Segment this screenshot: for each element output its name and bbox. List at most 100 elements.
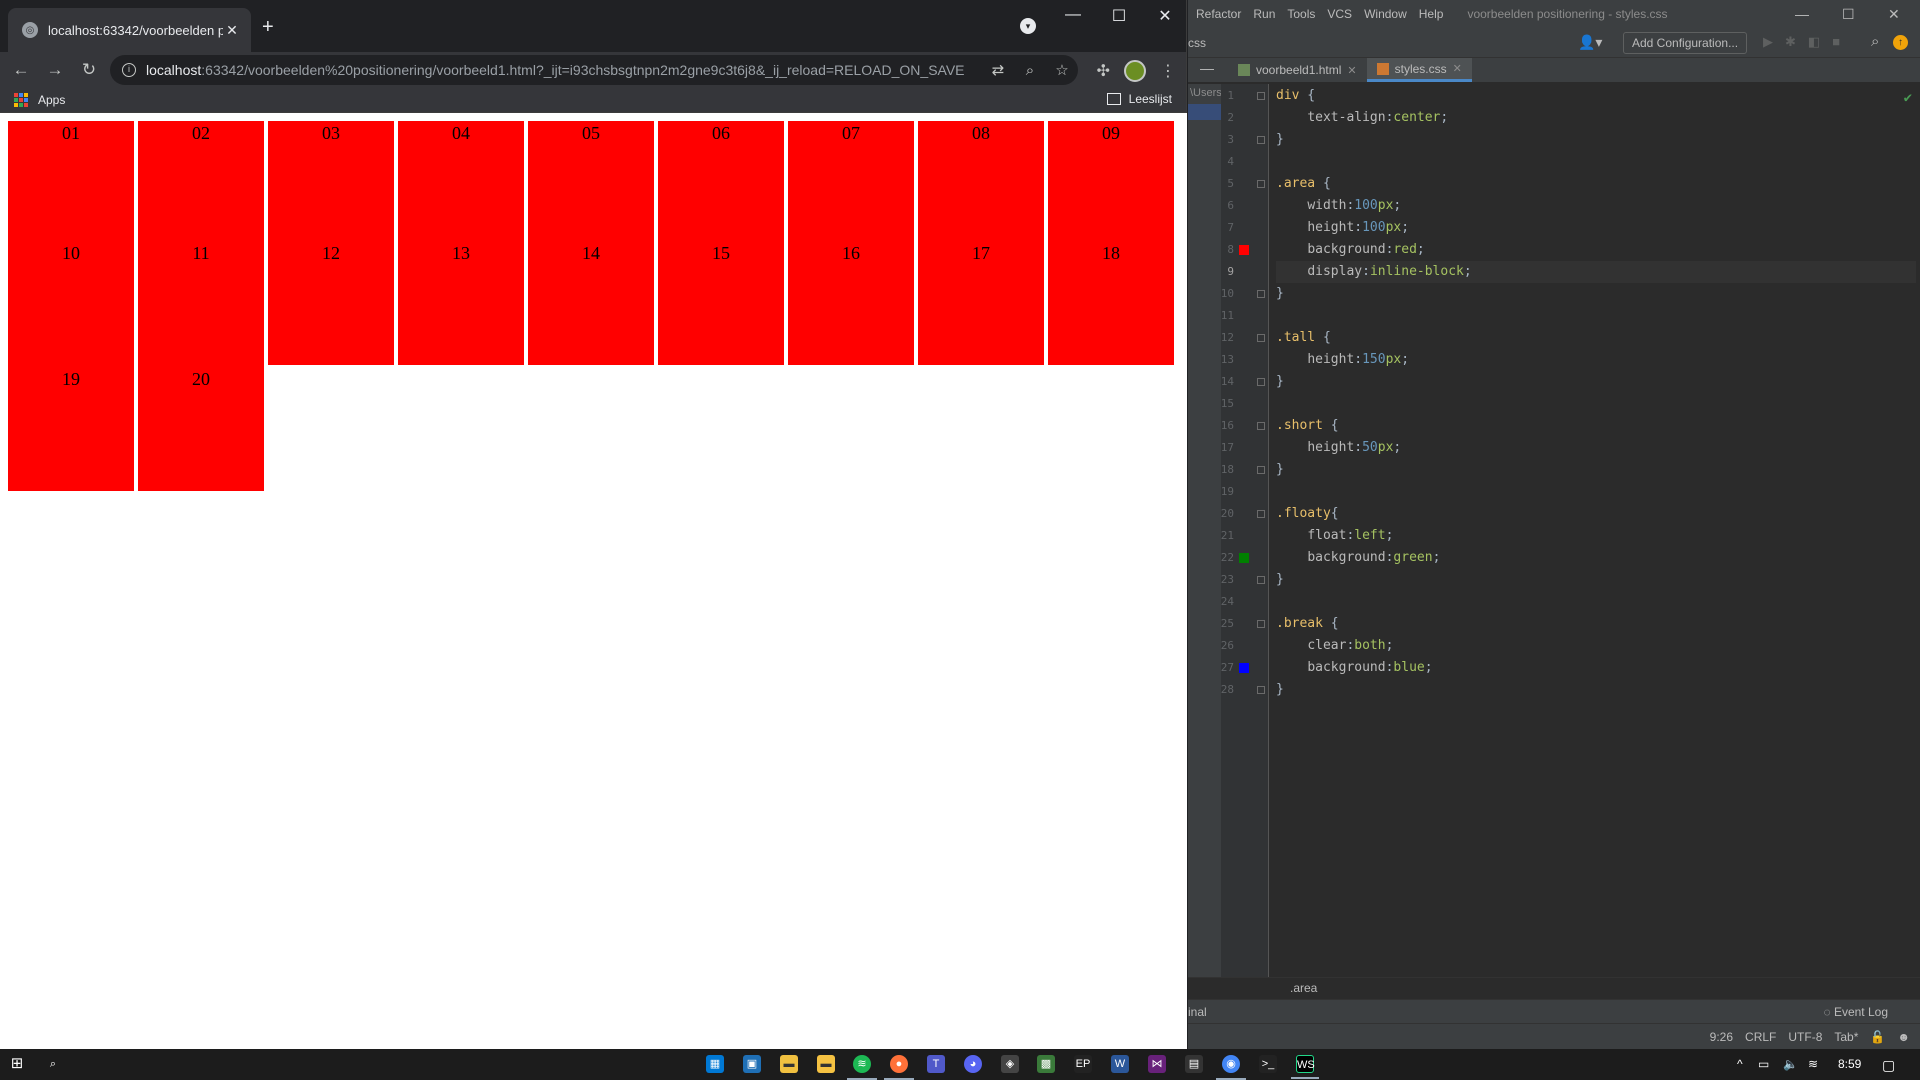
outlook-icon[interactable]: ▣ xyxy=(743,1055,761,1073)
tab-close-icon[interactable]: ✕ xyxy=(1347,64,1356,77)
visual-studio-icon[interactable]: ⋈ xyxy=(1148,1055,1166,1073)
debug-icon[interactable]: ✱ xyxy=(1785,34,1796,50)
code-line[interactable]: display:inline-block; xyxy=(1276,261,1916,283)
code-line[interactable] xyxy=(1276,481,1916,503)
add-configuration-button[interactable]: Add Configuration... xyxy=(1623,32,1748,54)
terminal-icon[interactable]: >_ xyxy=(1259,1055,1277,1073)
code-line[interactable]: } xyxy=(1276,129,1916,151)
fold-marker-icon[interactable] xyxy=(1257,92,1265,100)
fold-marker-icon[interactable] xyxy=(1257,136,1265,144)
code-line[interactable]: background:green; xyxy=(1276,547,1916,569)
user-icon[interactable]: 👤▾ xyxy=(1578,34,1602,51)
volume-icon[interactable]: 🔈 xyxy=(1783,1057,1798,1071)
ide-maximize-icon[interactable]: ☐ xyxy=(1842,6,1855,23)
back-icon[interactable]: ← xyxy=(8,60,34,80)
code-line[interactable]: height:150px; xyxy=(1276,349,1916,371)
browser-tab[interactable]: ◎ localhost:63342/voorbeelden positioner… xyxy=(8,8,251,52)
code-line[interactable]: .area { xyxy=(1276,173,1916,195)
breadcrumb-item[interactable]: .area xyxy=(1290,981,1317,995)
menu-refactor[interactable]: Refactor xyxy=(1196,7,1241,21)
minecraft-icon[interactable]: ▩ xyxy=(1037,1055,1055,1073)
code-line[interactable]: .tall { xyxy=(1276,327,1916,349)
code-line[interactable]: .short { xyxy=(1276,415,1916,437)
fold-marker-icon[interactable] xyxy=(1257,180,1265,188)
profile-avatar[interactable] xyxy=(1124,60,1146,82)
fold-marker-icon[interactable] xyxy=(1257,576,1265,584)
notifications-icon[interactable]: ☻ xyxy=(1897,1030,1910,1044)
fold-marker-icon[interactable] xyxy=(1257,686,1265,694)
coverage-icon[interactable]: ◧ xyxy=(1808,34,1820,50)
app-icon[interactable]: ▤ xyxy=(1185,1055,1203,1073)
file-encoding[interactable]: UTF-8 xyxy=(1788,1030,1822,1044)
search-icon[interactable]: ⌕ xyxy=(1871,33,1879,50)
color-swatch-icon[interactable] xyxy=(1239,245,1249,255)
menu-window[interactable]: Window xyxy=(1364,7,1407,21)
menu-help[interactable]: Help xyxy=(1419,7,1444,21)
folder-icon[interactable]: ▬ xyxy=(817,1055,835,1073)
menu-vcs[interactable]: VCS xyxy=(1327,7,1352,21)
fold-marker-icon[interactable] xyxy=(1257,334,1265,342)
new-tab-button[interactable]: + xyxy=(262,16,274,39)
code-line[interactable] xyxy=(1276,591,1916,613)
fold-marker-icon[interactable] xyxy=(1257,466,1265,474)
line-separator[interactable]: CRLF xyxy=(1745,1030,1776,1044)
translate-icon[interactable]: ⇄ xyxy=(982,61,1014,79)
terminal-tab[interactable]: inal xyxy=(1188,1005,1207,1019)
forward-icon[interactable]: → xyxy=(42,60,68,80)
fold-marker-icon[interactable] xyxy=(1257,378,1265,386)
close-window-icon[interactable]: ✕ xyxy=(1142,6,1188,26)
tab-close-icon[interactable]: ✕ xyxy=(223,22,241,39)
lock-icon[interactable]: 🔓 xyxy=(1870,1030,1885,1044)
cursor-position[interactable]: 9:26 xyxy=(1710,1030,1733,1044)
apps-grid-icon[interactable] xyxy=(14,93,28,107)
code-line[interactable]: clear:both; xyxy=(1276,635,1916,657)
chrome-icon[interactable]: ◉ xyxy=(1216,1055,1246,1080)
action-center-icon[interactable]: ▢ xyxy=(1882,1057,1895,1074)
search-icon[interactable]: ⌕ xyxy=(44,1055,62,1073)
code-line[interactable]: height:100px; xyxy=(1276,217,1916,239)
tab-search-icon[interactable]: ▾ xyxy=(1020,18,1036,34)
url-text[interactable]: localhost:63342/voorbeelden%20positioner… xyxy=(146,62,982,78)
code-line[interactable]: height:50px; xyxy=(1276,437,1916,459)
zoom-icon[interactable]: ⌕ xyxy=(1014,62,1046,79)
apps-bookmark[interactable]: Apps xyxy=(38,93,65,107)
run-icon[interactable]: ▶ xyxy=(1763,34,1773,50)
webstorm-icon[interactable]: WS xyxy=(1291,1055,1319,1079)
tab-close-icon[interactable]: ✕ xyxy=(1453,62,1462,75)
discord-icon[interactable]: ◕ xyxy=(964,1055,982,1073)
code-line[interactable]: background:red; xyxy=(1276,239,1916,261)
code-line[interactable]: width:100px; xyxy=(1276,195,1916,217)
maximize-icon[interactable]: ☐ xyxy=(1096,6,1142,26)
tray-overflow-icon[interactable]: ^ xyxy=(1737,1057,1743,1071)
firefox-icon[interactable]: ● xyxy=(884,1055,914,1080)
code-line[interactable]: background:blue; xyxy=(1276,657,1916,679)
code-line[interactable]: } xyxy=(1276,283,1916,305)
code-line[interactable] xyxy=(1276,151,1916,173)
color-swatch-icon[interactable] xyxy=(1239,663,1249,673)
tab-styles-css[interactable]: styles.css ✕ xyxy=(1366,58,1472,82)
ide-close-icon[interactable]: ✕ xyxy=(1888,6,1900,23)
code-line[interactable]: } xyxy=(1276,679,1916,701)
code-line[interactable]: } xyxy=(1276,569,1916,591)
file-explorer-icon[interactable]: ▬ xyxy=(780,1055,798,1073)
update-icon[interactable]: ↑ xyxy=(1893,35,1908,50)
tab-voorbeeld1-html[interactable]: voorbeeld1.html ✕ xyxy=(1228,58,1367,82)
bookmark-star-icon[interactable]: ☆ xyxy=(1046,61,1078,79)
code-line[interactable]: div { xyxy=(1276,85,1916,107)
reload-icon[interactable]: ↻ xyxy=(76,60,102,80)
spotify-icon[interactable]: ≋ xyxy=(847,1055,877,1080)
code-line[interactable]: float:left; xyxy=(1276,525,1916,547)
indent-setting[interactable]: Tab* xyxy=(1834,1030,1858,1044)
fold-marker-icon[interactable] xyxy=(1257,290,1265,298)
menu-run[interactable]: Run xyxy=(1253,7,1275,21)
minimize-icon[interactable]: — xyxy=(1050,6,1096,24)
wifi-icon[interactable]: ≋ xyxy=(1808,1057,1818,1071)
site-info-icon[interactable]: i xyxy=(122,63,136,77)
store-icon[interactable]: ▦ xyxy=(706,1055,724,1073)
code-line[interactable] xyxy=(1276,305,1916,327)
word-icon[interactable]: W xyxy=(1111,1055,1129,1073)
menu-dots-icon[interactable]: ⋮ xyxy=(1160,61,1176,81)
code-line[interactable]: .break { xyxy=(1276,613,1916,635)
battery-icon[interactable]: ▭ xyxy=(1758,1057,1769,1071)
extensions-icon[interactable]: ✣ xyxy=(1097,61,1110,81)
